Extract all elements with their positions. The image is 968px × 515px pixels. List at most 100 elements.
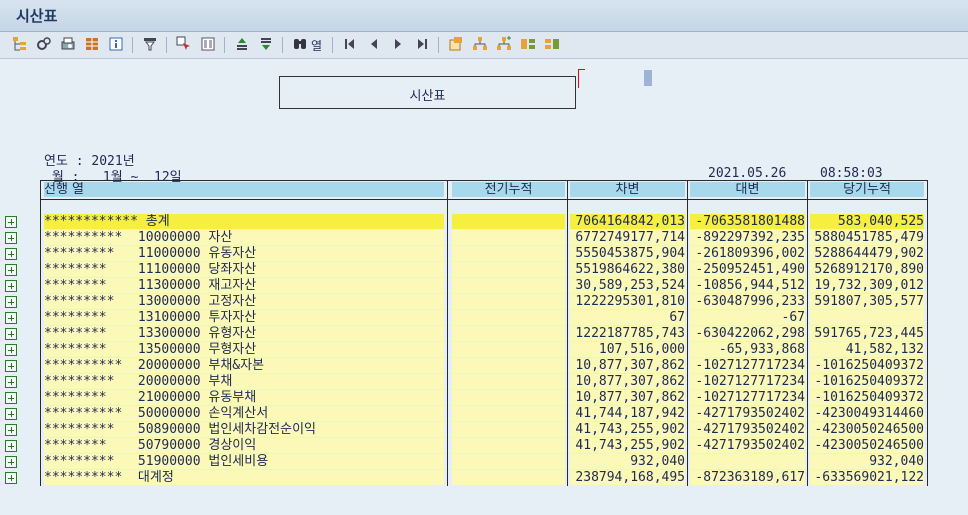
debit-cell: 10,877,307,862 <box>570 390 685 405</box>
add-node-icon[interactable] <box>496 36 512 52</box>
report-title: 시산표 <box>409 89 446 104</box>
credit-cell: -1027127717234 <box>690 374 805 389</box>
current-cell: 5288644479,902 <box>810 246 924 261</box>
account-cell: ********* 51900000 법인세비용 <box>44 454 444 469</box>
prior-cell <box>452 326 565 341</box>
expand-row-icon[interactable] <box>5 360 17 372</box>
account-cell: ********** 10000000 자산 <box>44 230 444 245</box>
table-row[interactable]: ********* 51900000 법인세비용 932,040 932,040 <box>0 454 968 470</box>
current-cell: 19,732,309,012 <box>810 278 924 293</box>
expand-row-icon[interactable] <box>5 472 17 484</box>
select-icon[interactable] <box>176 36 192 52</box>
settings-icon[interactable] <box>36 36 52 52</box>
sort-ascending-icon[interactable] <box>234 36 250 52</box>
previous-page-icon[interactable] <box>366 36 382 52</box>
table-row[interactable]: ******** 11300000 재고자산 30,589,253,524 -108… <box>0 278 968 294</box>
filter-icon[interactable] <box>142 36 158 52</box>
title-bar: 시산표 <box>0 0 968 32</box>
debit-cell: 238794,168,495 <box>570 470 685 485</box>
expand-row-icon[interactable] <box>5 216 17 228</box>
expand-row-icon[interactable] <box>5 264 17 276</box>
credit-cell: -261809396,002 <box>690 246 805 261</box>
column-header-current[interactable]: 당기누적 <box>810 182 924 197</box>
table-row[interactable]: ********** 50000000 손익계산서 41,744,187,942-… <box>0 406 968 422</box>
prior-cell <box>452 454 565 469</box>
sort-descending-icon[interactable] <box>258 36 274 52</box>
debit-cell: 1222187785,743 <box>570 326 685 341</box>
debit-cell: 932,040 <box>570 454 685 469</box>
prior-cell <box>452 342 565 357</box>
column-header-prior[interactable]: 전기누적 <box>452 182 565 197</box>
debit-cell: 41,743,255,902 <box>570 422 685 437</box>
total-row[interactable]: ************ 총계 7064164842,013 -7063581801… <box>0 214 968 230</box>
grid-icon[interactable] <box>84 36 100 52</box>
column-header-debit[interactable]: 차변 <box>570 182 685 197</box>
first-page-icon[interactable] <box>342 36 358 52</box>
expand-row-icon[interactable] <box>5 344 17 356</box>
table-row[interactable]: ********** 대계정 238794,168,495 -872363189,6… <box>0 470 968 486</box>
expand-row-icon[interactable] <box>5 408 17 420</box>
table-row[interactable]: ********* 11000000 유동자산 5550453875,904 -26… <box>0 246 968 262</box>
expand-row-icon[interactable] <box>5 328 17 340</box>
credit-cell: -630487996,233 <box>690 294 805 309</box>
credit-cell: -1027127717234 <box>690 390 805 405</box>
expand-row-icon[interactable] <box>5 296 17 308</box>
hierarchy-icon[interactable] <box>472 36 488 52</box>
prior-cell <box>452 422 565 437</box>
table-row[interactable]: ********** 20000000 부채&자본 10,877,307,862-… <box>0 358 968 374</box>
expand-icon[interactable] <box>520 36 536 52</box>
expand-row-icon[interactable] <box>5 248 17 260</box>
current-cell: -1016250409372 <box>810 358 924 373</box>
expand-row-icon[interactable] <box>5 232 17 244</box>
prior-cell <box>452 438 565 453</box>
debit-cell: 41,743,255,902 <box>570 438 685 453</box>
scroll-marker <box>644 70 652 86</box>
credit-cell: -7063581801488 <box>690 214 805 229</box>
table-row[interactable]: ******** 50790000 경상이익 41,743,255,902 -427… <box>0 438 968 454</box>
current-cell: 583,040,525 <box>810 214 924 229</box>
table-row[interactable]: ******** 13100000 투자자산 67 -67 <box>0 310 968 326</box>
expand-row-icon[interactable] <box>5 440 17 452</box>
account-cell: ********* 20000000 부채 <box>44 374 444 389</box>
info-icon[interactable] <box>108 36 124 52</box>
current-cell <box>810 310 924 325</box>
debit-cell: 6772749177,714 <box>570 230 685 245</box>
print-preview-icon[interactable] <box>60 36 76 52</box>
table-row[interactable]: ******** 13500000 무형자산 107,516,000 -65,933… <box>0 342 968 358</box>
expand-row-icon[interactable] <box>5 424 17 436</box>
current-cell: -1016250409372 <box>810 390 924 405</box>
table-row[interactable]: ********* 50890000 법인세차감전순이익 41,743,255,9… <box>0 422 968 438</box>
table-row[interactable]: ******** 13300000 유형자산 1222187785,743 -630… <box>0 326 968 342</box>
account-cell: ********** 대계정 <box>44 470 444 485</box>
current-cell: 5880451785,479 <box>810 230 924 245</box>
debit-cell: 5550453875,904 <box>570 246 685 261</box>
layout-icon[interactable] <box>200 36 216 52</box>
expand-row-icon[interactable] <box>5 392 17 404</box>
debit-cell: 30,589,253,524 <box>570 278 685 293</box>
next-page-icon[interactable] <box>390 36 406 52</box>
debit-cell: 10,877,307,862 <box>570 374 685 389</box>
table-row[interactable]: ********** 10000000 자산 6772749177,714 -892… <box>0 230 968 246</box>
tree-icon[interactable] <box>12 36 28 52</box>
column-header-lead[interactable]: 선행 열 <box>44 182 444 197</box>
table-row[interactable]: ******** 21000000 유동부채 10,877,307,862 -102… <box>0 390 968 406</box>
find-icon[interactable] <box>292 36 308 52</box>
collapse-icon[interactable] <box>544 36 560 52</box>
column-header-debit-label: 차변 <box>615 182 640 197</box>
find-label[interactable]: 열 <box>311 37 322 54</box>
table-row[interactable]: ******** 11100000 당좌자산 5519864622,380 -250… <box>0 262 968 278</box>
export-icon[interactable] <box>448 36 464 52</box>
expand-row-icon[interactable] <box>5 376 17 388</box>
last-page-icon[interactable] <box>414 36 430 52</box>
credit-cell: -67 <box>690 310 805 325</box>
column-header-credit[interactable]: 대변 <box>690 182 805 197</box>
account-cell: ******** 13500000 무형자산 <box>44 342 444 357</box>
expand-row-icon[interactable] <box>5 312 17 324</box>
prior-cell <box>452 406 565 421</box>
expand-row-icon[interactable] <box>5 280 17 292</box>
account-cell: ********* 50890000 법인세차감전순이익 <box>44 422 444 437</box>
expand-row-icon[interactable] <box>5 456 17 468</box>
table-row[interactable]: ********* 13000000 고정자산 1222295301,810 -63… <box>0 294 968 310</box>
table-row[interactable]: ********* 20000000 부채 10,877,307,862 -1027… <box>0 374 968 390</box>
window-title: 시산표 <box>16 7 58 25</box>
